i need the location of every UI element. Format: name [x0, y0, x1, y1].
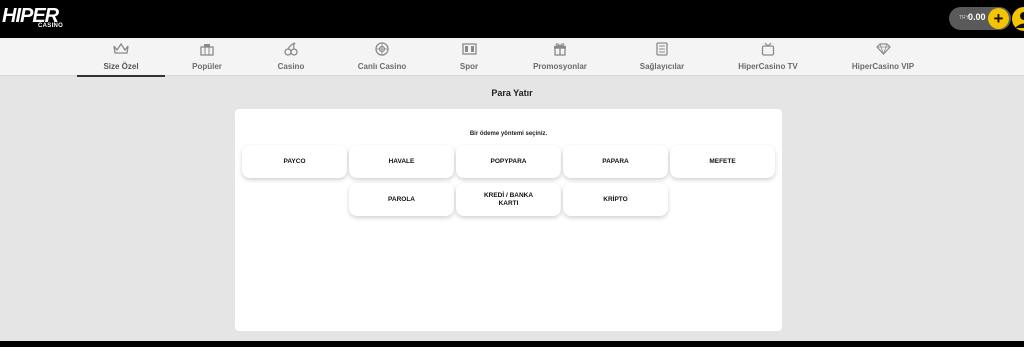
nav-item-hipercasino-vip[interactable]: HiperCasino VIP — [848, 38, 918, 76]
payment-method-parola[interactable]: PAROLA — [349, 183, 454, 216]
nav-label: Spor — [459, 62, 479, 71]
nav-item-spor[interactable]: Spor — [449, 38, 489, 76]
nav-label: Promosyonlar — [533, 62, 587, 71]
nav-label: Canlı Casino — [357, 62, 407, 71]
user-icon — [1015, 12, 1024, 28]
payment-method-papara[interactable]: PAPARA — [563, 145, 668, 178]
nav-item-canli-casino[interactable]: Canlı Casino — [352, 38, 412, 76]
payment-method-prompt: Bir ödeme yöntemi seçiniz. — [469, 131, 548, 137]
top-bar: HIPER CASINO TRY 0.00 + — [0, 0, 1024, 38]
plus-icon: + — [993, 9, 1004, 28]
scoreboard-icon — [461, 42, 477, 56]
payment-method-kripto[interactable]: KRİPTO — [563, 183, 668, 216]
active-tab-indicator — [77, 75, 165, 77]
nav-label: HiperCasino TV — [738, 62, 798, 71]
user-menu-button[interactable] — [1012, 7, 1024, 31]
payment-method-mefete[interactable]: MEFETE — [670, 145, 775, 178]
nav-item-casino[interactable]: Casino — [266, 38, 316, 76]
bottom-bar — [0, 341, 1024, 347]
deposit-plus-button[interactable]: + — [988, 8, 1009, 29]
payment-method-payco[interactable]: PAYCO — [242, 145, 347, 178]
deposit-panel: Bir ödeme yöntemi seçiniz. PAYCO HAVALE … — [235, 109, 782, 331]
nav-item-promosyonlar[interactable]: Promosyonlar — [530, 38, 590, 76]
nav-item-populer[interactable]: Popüler — [182, 38, 232, 76]
nav-label: Sağlayıcılar — [639, 62, 685, 71]
page-title: Para Yatır — [491, 88, 533, 98]
nav-label: Popüler — [192, 62, 222, 71]
hiper-casino-logo[interactable]: HIPER CASINO — [0, 6, 66, 32]
slot-machine-icon — [199, 42, 215, 56]
payment-method-popypara[interactable]: POPYPARA — [456, 145, 561, 178]
nav-item-saglayicilar[interactable]: Sağlayıcılar — [633, 38, 691, 76]
nav-item-size-ozel[interactable]: Size Özel — [91, 38, 151, 76]
nav-label: Size Özel — [103, 62, 139, 71]
cherries-icon — [283, 42, 299, 56]
payment-method-havale[interactable]: HAVALE — [349, 145, 454, 178]
nav-item-hipercasino-tv[interactable]: HiperCasino TV — [733, 38, 803, 76]
balance-amount: 0.00 — [968, 12, 986, 22]
nav-label: Casino — [277, 62, 305, 71]
gift-icon — [552, 42, 568, 56]
roulette-wheel-icon — [374, 42, 390, 56]
provider-machine-icon — [654, 42, 670, 56]
tv-icon — [760, 42, 776, 56]
logo-subtitle: CASINO — [38, 23, 64, 29]
nav-label: HiperCasino VIP — [851, 62, 915, 71]
main-navigation: Size Özel Popüler Casino Canlı Casino Sp… — [0, 38, 1024, 76]
diamond-icon — [875, 42, 891, 56]
crown-icon — [113, 42, 129, 56]
payment-method-kredi-banka-karti[interactable]: KREDİ / BANKA KARTI — [456, 183, 561, 216]
